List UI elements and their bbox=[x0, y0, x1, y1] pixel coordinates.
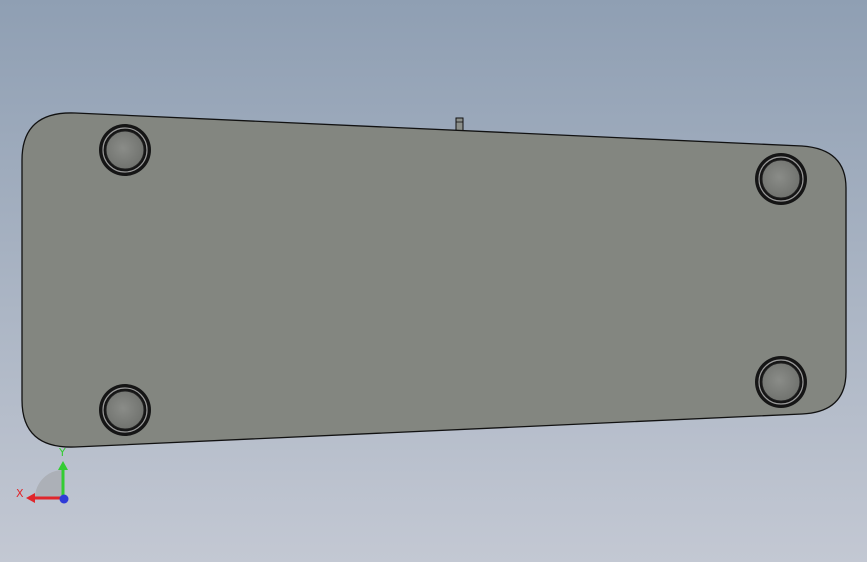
hole-bottom-right[interactable] bbox=[755, 356, 807, 408]
hole-bottom-left[interactable] bbox=[99, 384, 151, 436]
graphics-viewport[interactable]: X Y bbox=[0, 0, 867, 562]
model-scene[interactable]: X Y bbox=[0, 0, 867, 562]
hole-top-right[interactable] bbox=[755, 153, 807, 205]
triad-x-label: X bbox=[16, 487, 24, 500]
triad-z-axis bbox=[59, 494, 69, 504]
triad-y-label: Y bbox=[58, 446, 66, 459]
hole-top-left[interactable] bbox=[99, 124, 151, 176]
